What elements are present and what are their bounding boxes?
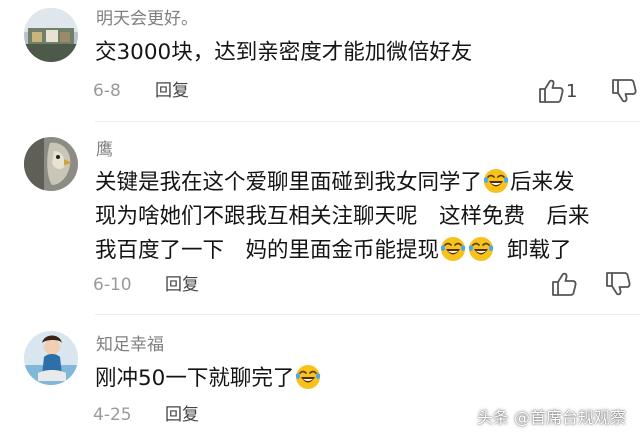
reply-button[interactable]: 回复 — [155, 81, 189, 101]
comment-date: 6-8 — [93, 81, 121, 101]
comment-date: 4-25 — [93, 405, 132, 425]
comment-text-segment: 交3000块，达到亲密度才能加微倍好友 — [95, 40, 473, 65]
divider — [95, 314, 640, 315]
comment-text-segment: 我百度了一下 妈的里面金币能提现 — [95, 238, 440, 263]
thumbs-up-icon — [539, 79, 564, 103]
like-button[interactable] — [537, 78, 565, 104]
comment-date: 6-10 — [93, 275, 132, 295]
comment-text: 关键是我在这个爱聊里面碰到我女同学了 后来发 现为啥她们不跟我互相关注聊天呢 这样… — [95, 166, 625, 268]
dislike-button[interactable] — [604, 271, 632, 297]
thumbs-down-icon — [612, 79, 637, 103]
comment-username[interactable]: 明天会更好。 — [96, 9, 198, 29]
comment-text-segment: 现为啥她们不跟我互相关注聊天呢 这样免费 后来 — [95, 204, 590, 229]
avatar[interactable] — [24, 331, 78, 385]
dislike-button[interactable] — [610, 78, 638, 104]
comment-text-segment: 卸载了 — [507, 238, 572, 263]
avatar[interactable] — [24, 8, 78, 62]
comment-text-line: 关键是我在这个爱聊里面碰到我女同学了 后来发 — [95, 166, 625, 200]
thumbs-down-icon — [606, 272, 631, 296]
divider — [95, 121, 640, 122]
comment-username[interactable]: 知足幸福 — [96, 335, 164, 355]
face-with-tears-of-joy-icon — [440, 237, 466, 261]
face-with-tears-of-joy-icon — [483, 169, 509, 193]
avatar[interactable] — [24, 137, 78, 191]
comment-text-line: 刚冲50一下就聊完了 — [95, 362, 625, 396]
thumbs-up-icon — [552, 272, 577, 296]
watermark: 头条 @首席台规观察 — [476, 408, 626, 427]
comment-text-segment: 后来发 — [510, 170, 575, 195]
like-button[interactable] — [550, 271, 578, 297]
like-count: 1 — [566, 81, 578, 102]
reply-button[interactable]: 回复 — [165, 405, 199, 425]
comment-text-line: 交3000块，达到亲密度才能加微倍好友 — [95, 36, 625, 70]
comment-text-line: 我百度了一下 妈的里面金币能提现 卸载了 — [95, 234, 625, 268]
comment-item: 明天会更好。 交3000块，达到亲密度才能加微倍好友 6-8 回复 1 — [0, 0, 640, 112]
comment-text-line: 现为啥她们不跟我互相关注聊天呢 这样免费 后来 — [95, 200, 625, 234]
face-with-tears-of-joy-icon — [468, 237, 494, 261]
reply-button[interactable]: 回复 — [165, 275, 199, 295]
comment-text: 交3000块，达到亲密度才能加微倍好友 — [95, 36, 625, 70]
face-with-tears-of-joy-icon — [296, 365, 321, 389]
comment-text: 刚冲50一下就聊完了 — [95, 362, 625, 396]
comment-username[interactable]: 鹰 — [96, 140, 113, 160]
comment-text-segment: 刚冲50一下就聊完了 — [95, 366, 295, 391]
comment-text-segment: 关键是我在这个爱聊里面碰到我女同学了 — [95, 170, 483, 195]
